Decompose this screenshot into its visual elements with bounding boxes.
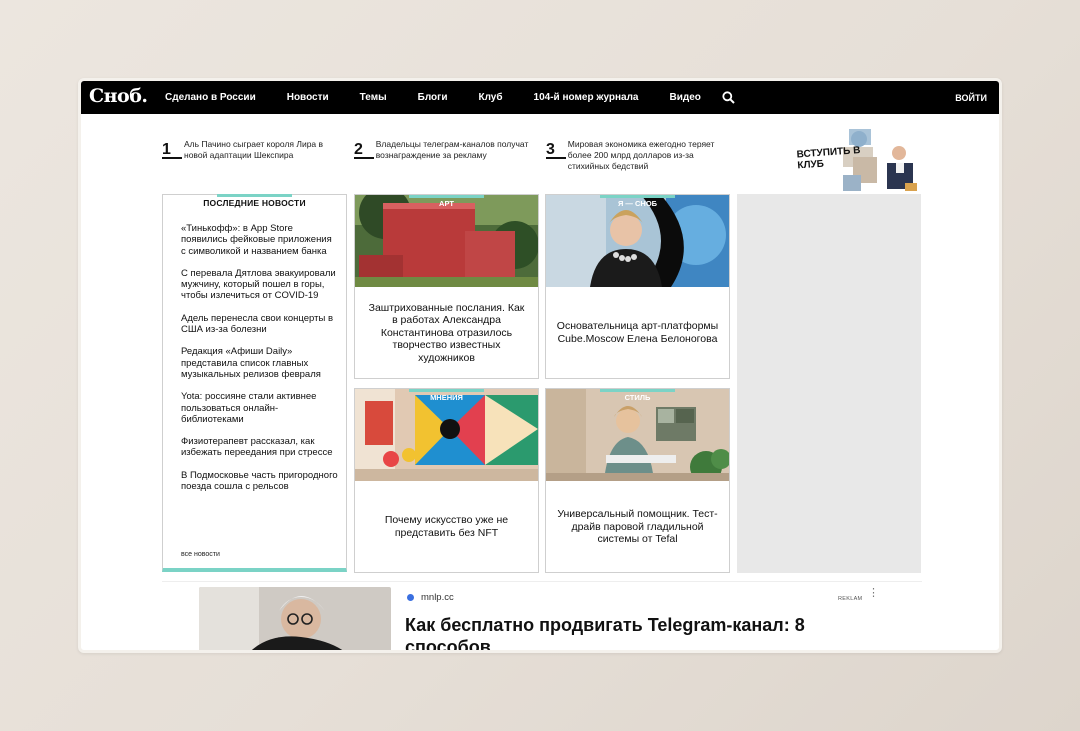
ad-image <box>199 587 391 650</box>
card-caption: Универсальный помощник. Тест-драйв паров… <box>557 508 718 546</box>
nav-item-news[interactable]: Новости <box>287 92 329 103</box>
source-favicon-icon <box>407 594 414 601</box>
nav-item-blogs[interactable]: Блоги <box>418 92 448 103</box>
nav-item-video[interactable]: Видео <box>670 92 701 103</box>
list-item[interactable]: Адель перенесла свои концерты в США из-з… <box>181 313 339 336</box>
list-item[interactable]: В Подмосковье часть пригородного поезда … <box>181 470 339 493</box>
article-card-opinions[interactable]: МНЕНИЯ Почему искусство уже не представи… <box>354 388 539 573</box>
top-news-number: 3 <box>546 139 566 159</box>
article-image <box>355 389 538 481</box>
join-club-banner[interactable]: ВСТУПИТЬ В КЛУБ <box>796 123 921 195</box>
list-item[interactable]: Yota: россияне стали активнее пользовать… <box>181 391 339 425</box>
list-item[interactable]: Редакция «Афиши Daily» представила списо… <box>181 346 339 380</box>
sponsored-ad[interactable]: mnlp.cc REKLAM ⋮ Как бесплатно продвигат… <box>162 581 922 650</box>
ad-label: REKLAM <box>838 596 863 602</box>
browser-frame: Сноб. Сделано в России Новости Темы Блог… <box>78 78 1002 653</box>
ad-source-domain: mnlp.cc <box>421 592 454 603</box>
list-item[interactable]: С перевала Дятлова эвакуировали мужчину,… <box>181 268 339 302</box>
top-news-item[interactable]: 2 Владельцы телеграм-каналов получат воз… <box>354 139 529 161</box>
top-news-item[interactable]: 3 Мировая экономика ежегодно теряет боле… <box>546 139 716 172</box>
ad-source[interactable]: mnlp.cc <box>407 592 454 603</box>
accent-bar <box>217 194 292 197</box>
nav-item-magazine-issue[interactable]: 104-й номер журнала <box>534 92 639 103</box>
card-caption: Заштрихованные послания. Как в работах А… <box>368 301 525 364</box>
latest-news-panel: ПОСЛЕДНИЕ НОВОСТИ «Тинькофф»: в App Stor… <box>162 194 347 572</box>
top-news-text: Мировая экономика ежегодно теряет более … <box>567 139 715 171</box>
top-news-number: 1 <box>162 139 182 159</box>
site-logo[interactable]: Сноб. <box>89 85 148 107</box>
article-image <box>355 195 538 287</box>
card-caption: Почему искусство уже не представить без … <box>384 514 509 539</box>
search-icon[interactable] <box>722 91 735 104</box>
article-card-style[interactable]: СТИЛЬ Универсальный помощник. Тест-драйв… <box>545 388 730 573</box>
list-item[interactable]: Физиотерапевт рассказал, как избежать пе… <box>181 436 339 459</box>
card-tag[interactable]: МНЕНИЯ <box>409 389 484 402</box>
latest-news-title: ПОСЛЕДНИЕ НОВОСТИ <box>203 198 306 208</box>
nav-item-club[interactable]: Клуб <box>478 92 502 103</box>
article-image <box>546 389 729 481</box>
card-tag[interactable]: АРТ <box>409 195 484 208</box>
top-news-text: Аль Пачино сыграет короля Лира в новой а… <box>184 139 324 160</box>
card-tag[interactable]: СТИЛЬ <box>600 389 675 402</box>
top-news-number: 2 <box>354 139 374 159</box>
top-news-text: Владельцы телеграм-каналов получат возна… <box>375 139 529 160</box>
ad-title[interactable]: Как бесплатно продвигать Telegram-канал:… <box>405 614 865 650</box>
all-news-link[interactable]: все новости <box>181 551 220 558</box>
list-item[interactable]: «Тинькофф»: в App Store появились фейков… <box>181 223 339 257</box>
article-image <box>546 195 729 287</box>
top-news-strip: 1 Аль Пачино сыграет короля Лира в новой… <box>162 139 762 179</box>
top-news-item[interactable]: 1 Аль Пачино сыграет короля Лира в новой… <box>162 139 332 161</box>
nav-item-topics[interactable]: Темы <box>360 92 387 103</box>
article-card-ya-snob[interactable]: Я — СНОБ Основательница арт-платформы Cu… <box>545 194 730 379</box>
card-tag[interactable]: Я — СНОБ <box>600 195 675 208</box>
top-navigation: Сноб. Сделано в России Новости Темы Блог… <box>81 81 999 114</box>
card-caption: Основательница арт-платформы Cube.Moscow… <box>556 320 719 345</box>
login-link[interactable]: ВОЙТИ <box>955 93 987 103</box>
nav-item-made-in-russia[interactable]: Сделано в России <box>165 92 256 103</box>
latest-news-list: «Тинькофф»: в App Store появились фейков… <box>181 223 339 503</box>
nav-menu: Сделано в России Новости Темы Блоги Клуб… <box>165 81 732 114</box>
ad-placeholder <box>737 194 921 573</box>
more-options-icon[interactable]: ⋮ <box>868 588 879 599</box>
article-card-art[interactable]: АРТ Заштрихованные послания. Как в работ… <box>354 194 539 379</box>
